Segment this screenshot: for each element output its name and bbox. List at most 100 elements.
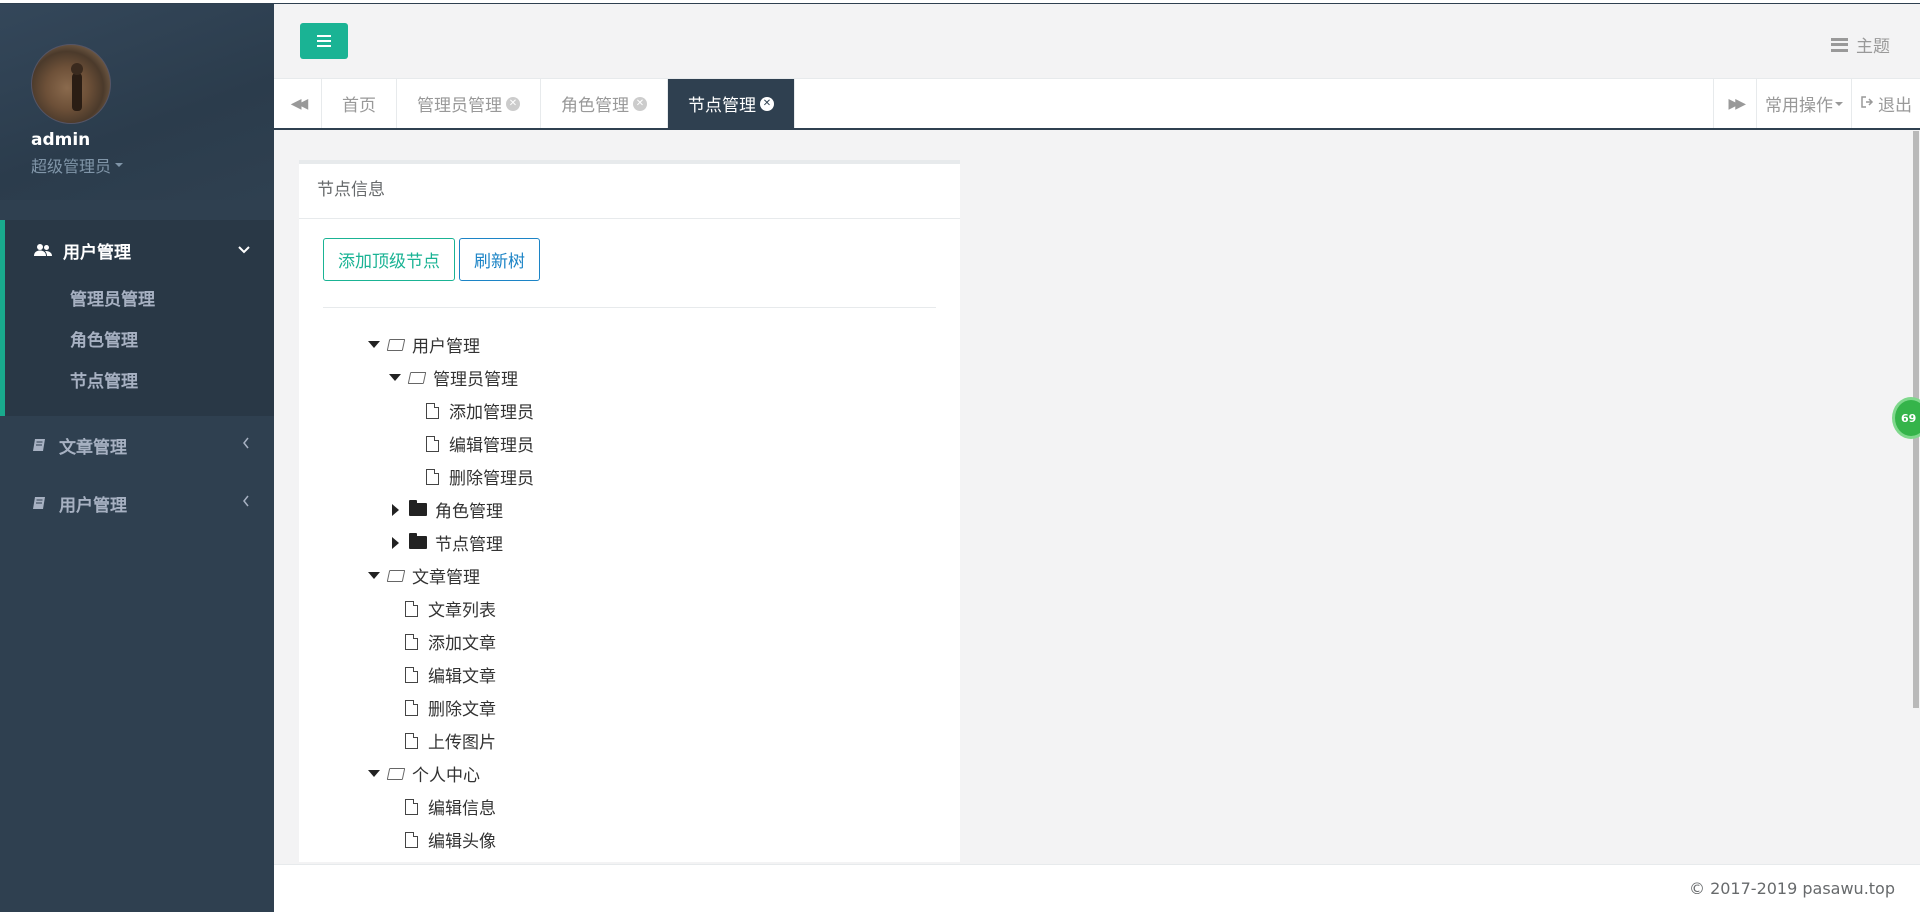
tree-node[interactable]: 角色管理	[323, 493, 936, 526]
tree-node[interactable]: 添加管理员	[323, 394, 936, 427]
folder-open-icon	[386, 338, 406, 351]
tree-node-label: 角色管理	[435, 502, 503, 522]
sidebar-group-article-management: 文章管理	[0, 416, 274, 474]
theme-button[interactable]: 主题	[1831, 32, 1890, 57]
tree-node[interactable]: 节点管理	[323, 526, 936, 559]
tree-node-label: 个人中心	[412, 766, 480, 786]
common-ops-dropdown[interactable]: 常用操作	[1756, 79, 1851, 128]
file-icon	[405, 831, 418, 848]
close-icon[interactable]: ✕	[633, 96, 647, 111]
user-role-dropdown[interactable]: 超级管理员	[31, 153, 274, 177]
folder-open-icon	[386, 569, 406, 582]
user-name: admin	[31, 130, 91, 150]
chevron-left-icon	[242, 495, 250, 511]
tree-node[interactable]: 编辑头像	[323, 823, 936, 856]
tree-node-label: 文章管理	[412, 568, 480, 588]
copyright-text: © 2017-2019 pasawu.top	[1688, 879, 1895, 898]
file-icon	[405, 633, 418, 650]
tree-node[interactable]: 删除管理员	[323, 460, 936, 493]
tree-node-label: 用户管理	[412, 337, 480, 357]
common-ops-label: 常用操作	[1765, 96, 1833, 116]
tree-node-label: 编辑头像	[428, 832, 496, 852]
tree-node-label: 管理员管理	[433, 370, 518, 390]
tree-node-label: 添加文章	[428, 634, 496, 654]
caret-down-icon[interactable]	[364, 770, 384, 777]
file-icon	[426, 402, 439, 419]
file-icon	[405, 666, 418, 683]
sidebar-item-node-management[interactable]: 节点管理	[5, 362, 274, 403]
tab-bar-actions: ▶▶ 常用操作 退出	[1713, 79, 1920, 128]
tab-scroll-left-icon[interactable]: ◀◀	[274, 79, 322, 128]
chevron-down-icon	[238, 242, 250, 258]
panel-title: 节点信息	[299, 164, 960, 219]
book-icon	[29, 496, 49, 510]
caret-down-icon[interactable]	[364, 341, 384, 348]
tab-label: 节点管理	[688, 96, 756, 116]
tree-node[interactable]: 管理员管理	[323, 361, 936, 394]
tree-node[interactable]: 个人中心	[323, 757, 936, 790]
tree-node-label: 编辑管理员	[449, 436, 534, 456]
tab-label: 首页	[342, 96, 376, 116]
caret-right-icon[interactable]	[385, 503, 405, 516]
sidebar-group-head[interactable]: 用户管理	[0, 474, 274, 532]
tree-node[interactable]: 文章列表	[323, 592, 936, 625]
tree-node-label: 上传图片	[428, 733, 496, 753]
sidebar-item-role-management[interactable]: 角色管理	[5, 321, 274, 362]
sidebar: admin 超级管理员 用户管理 管理员管理 角色管理 节点管理 文章管理 用户…	[0, 4, 274, 912]
folder-open-icon	[407, 371, 427, 384]
tree-node-label: 文章列表	[428, 601, 496, 621]
tree-node[interactable]: 添加文章	[323, 625, 936, 658]
tab-admin-management[interactable]: 管理员管理 ✕	[397, 79, 541, 128]
tree-node[interactable]: 上传图片	[323, 724, 936, 757]
caret-right-icon[interactable]	[385, 536, 405, 549]
tree-node[interactable]: 用户管理	[323, 328, 936, 361]
sidebar-group-head[interactable]: 文章管理	[0, 416, 274, 474]
tab-home[interactable]: 首页	[322, 79, 397, 128]
caret-down-icon[interactable]	[385, 374, 405, 381]
sidebar-item-admin-management[interactable]: 管理员管理	[5, 280, 274, 321]
caret-down-icon[interactable]	[364, 572, 384, 579]
caret-down-icon	[115, 163, 124, 167]
sidebar-group-head[interactable]: 用户管理	[5, 220, 274, 280]
chevron-left-icon	[242, 437, 250, 453]
tree-node[interactable]: 编辑信息	[323, 790, 936, 823]
sidebar-group-user-management-2: 用户管理	[0, 474, 274, 532]
tree-node[interactable]: 文章管理	[323, 559, 936, 592]
close-icon[interactable]: ✕	[760, 96, 774, 111]
top-bar: 主题	[274, 4, 1920, 79]
hamburger-icon	[317, 35, 331, 47]
sidebar-group-label: 用户管理	[59, 495, 127, 516]
node-tree: 用户管理管理员管理添加管理员编辑管理员删除管理员角色管理节点管理文章管理文章列表…	[323, 308, 936, 856]
avatar[interactable]	[31, 44, 111, 124]
tree-node-label: 编辑文章	[428, 667, 496, 687]
footer: © 2017-2019 pasawu.top	[274, 864, 1920, 912]
menu-toggle-button[interactable]	[300, 23, 348, 59]
users-icon	[33, 243, 53, 257]
file-icon	[405, 798, 418, 815]
tree-node-label: 删除文章	[428, 700, 496, 720]
folder-icon	[409, 533, 427, 549]
tab-label: 角色管理	[561, 96, 629, 116]
tree-node-label: 节点管理	[435, 535, 503, 555]
user-role-label: 超级管理员	[31, 157, 112, 176]
tree-node[interactable]: 编辑管理员	[323, 427, 936, 460]
tree-node[interactable]: 编辑文章	[323, 658, 936, 691]
content-area: 节点信息 添加顶级节点 刷新树 用户管理管理员管理添加管理员编辑管理员删除管理员…	[274, 131, 1920, 862]
add-top-node-button[interactable]: 添加顶级节点	[323, 238, 455, 281]
tree-node[interactable]: 删除文章	[323, 691, 936, 724]
tab-node-management[interactable]: 节点管理 ✕	[668, 79, 795, 128]
close-icon[interactable]: ✕	[506, 96, 520, 111]
tree-node-label: 添加管理员	[449, 403, 534, 423]
refresh-tree-button[interactable]: 刷新树	[459, 238, 540, 281]
logout-label: 退出	[1878, 96, 1912, 116]
file-icon	[405, 732, 418, 749]
sidebar-group-user-management: 用户管理 管理员管理 角色管理 节点管理	[0, 220, 274, 416]
tab-scroll-right-icon[interactable]: ▶▶	[1713, 79, 1756, 128]
folder-icon	[409, 500, 427, 516]
logout-button[interactable]: 退出	[1851, 79, 1920, 128]
theme-icon	[1831, 37, 1848, 52]
book-icon	[29, 438, 49, 452]
tree-node-label: 编辑信息	[428, 799, 496, 819]
folder-open-icon	[386, 767, 406, 780]
tab-role-management[interactable]: 角色管理 ✕	[541, 79, 668, 128]
